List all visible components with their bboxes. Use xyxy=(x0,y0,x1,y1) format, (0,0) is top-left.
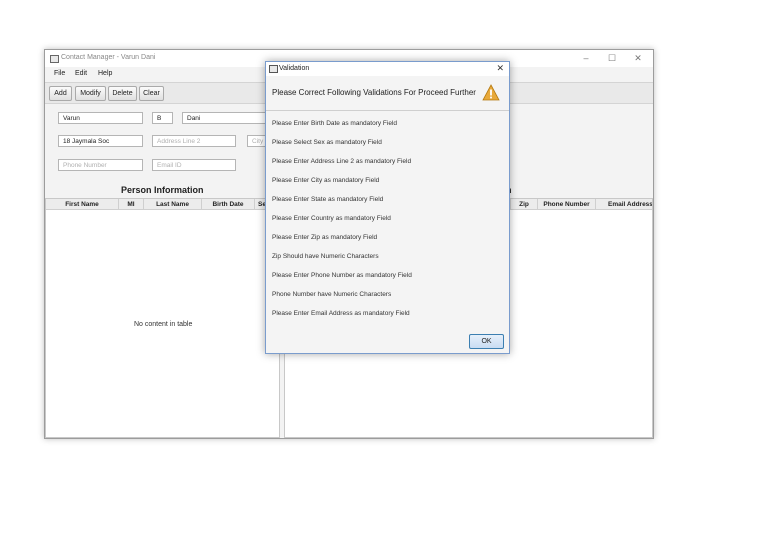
person-table[interactable]: First Name MI Last Name Birth Date Se No… xyxy=(45,198,280,438)
validation-message: Zip Should have Numeric Characters xyxy=(272,253,379,260)
column-email-address[interactable]: Email Address xyxy=(596,199,652,210)
dialog-header-text: Please Correct Following Validations For… xyxy=(272,88,476,97)
validation-message: Please Enter State as mandatory Field xyxy=(272,196,384,203)
column-zip[interactable]: Zip xyxy=(511,199,538,210)
dialog-header: Please Correct Following Validations For… xyxy=(266,76,509,111)
last-name-field[interactable]: Dani xyxy=(182,112,272,124)
clear-button[interactable]: Clear xyxy=(139,86,164,101)
dialog-title: Validation xyxy=(279,65,310,72)
ok-button[interactable]: OK xyxy=(469,334,504,349)
validation-dialog: Validation ✕ Please Correct Following Va… xyxy=(265,61,510,354)
empty-table-message: No content in table xyxy=(134,321,193,328)
close-button[interactable]: ✕ xyxy=(626,52,650,65)
middle-initial-field[interactable]: B xyxy=(152,112,173,124)
validation-message: Please Enter City as mandatory Field xyxy=(272,177,380,184)
window-title: Contact Manager - Varun Dani xyxy=(61,54,156,61)
person-information-title: Person Information xyxy=(121,185,204,195)
validation-message: Please Enter Email Address as mandatory … xyxy=(272,310,410,317)
add-button[interactable]: Add xyxy=(49,86,72,101)
column-first-name[interactable]: First Name xyxy=(46,199,119,210)
dialog-title-bar: Validation ✕ xyxy=(266,62,509,76)
first-name-field[interactable]: Varun xyxy=(58,112,143,124)
column-phone-number[interactable]: Phone Number xyxy=(538,199,596,210)
dialog-close-button[interactable]: ✕ xyxy=(496,63,504,74)
address-line-1-field[interactable]: 18 Jaymala Soc xyxy=(58,135,143,147)
validation-message: Please Enter Birth Date as mandatory Fie… xyxy=(272,120,398,127)
menu-file[interactable]: File xyxy=(54,70,65,77)
validation-message: Please Enter Zip as mandatory Field xyxy=(272,234,378,241)
address-line-2-field[interactable]: Address Line 2 xyxy=(152,135,236,147)
column-mi[interactable]: MI xyxy=(119,199,144,210)
validation-message: Please Select Sex as mandatory Field xyxy=(272,139,382,146)
dialog-app-icon xyxy=(269,65,278,73)
validation-message: Please Enter Phone Number as mandatory F… xyxy=(272,272,412,279)
menu-edit[interactable]: Edit xyxy=(75,70,87,77)
email-field[interactable]: Email ID xyxy=(152,159,236,171)
validation-message: Phone Number have Numeric Characters xyxy=(272,291,392,298)
minimize-button[interactable]: – xyxy=(574,52,598,65)
delete-button[interactable]: Delete xyxy=(108,86,137,101)
app-icon xyxy=(50,55,59,63)
menu-help[interactable]: Help xyxy=(98,70,112,77)
modify-button[interactable]: Modify xyxy=(75,86,106,101)
column-last-name[interactable]: Last Name xyxy=(144,199,202,210)
validation-message: Please Enter Address Line 2 as mandatory… xyxy=(272,158,412,165)
maximize-button[interactable]: ☐ xyxy=(600,52,624,65)
validation-message: Please Enter Country as mandatory Field xyxy=(272,215,391,222)
column-birth-date[interactable]: Birth Date xyxy=(202,199,255,210)
phone-number-field[interactable]: Phone Number xyxy=(58,159,143,171)
warning-icon xyxy=(482,84,500,101)
